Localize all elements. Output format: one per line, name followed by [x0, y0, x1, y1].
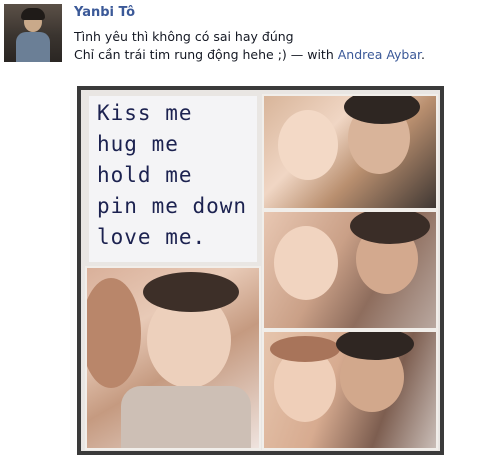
hair-shape [143, 272, 239, 312]
post-message-line2-end: . [421, 47, 426, 62]
collage-photo-top-right [262, 94, 438, 210]
note-line: Kiss me [97, 101, 193, 125]
note-line: love me. [97, 225, 207, 249]
face-shape [274, 226, 338, 300]
author-avatar[interactable] [4, 4, 62, 62]
avatar-hair-shape [21, 8, 45, 20]
photo-collage-frame: Kiss me hug me hold me pin me down love … [81, 90, 440, 451]
hair-shape [344, 96, 420, 124]
avatar-body-shape [16, 32, 50, 62]
face-shape [278, 110, 338, 180]
hair-shape [87, 278, 141, 388]
handwritten-note-panel: Kiss me hug me hold me pin me down love … [89, 96, 257, 262]
hair-shape [336, 332, 414, 360]
shirt-shape [121, 386, 251, 448]
collage-photo-bottom-right [262, 330, 438, 450]
post-message-line1: Tình yêu thì không có sai hay đúng [74, 29, 294, 44]
collage-photo-middle-right [262, 210, 438, 330]
hair-shape [270, 336, 340, 362]
post-message: Tình yêu thì không có sai hay đúng Chỉ c… [74, 28, 425, 64]
collage-photo-bottom-left [85, 266, 261, 450]
tagged-user-link[interactable]: Andrea Aybar [338, 47, 421, 62]
feed-post: Yanbi Tô Tình yêu thì không có sai hay đ… [0, 0, 502, 463]
note-line: pin me down [97, 194, 248, 218]
author-name-link[interactable]: Yanbi Tô [74, 5, 135, 20]
hair-shape [350, 212, 430, 244]
post-photo[interactable]: Kiss me hug me hold me pin me down love … [77, 86, 444, 455]
note-line: hold me [97, 163, 193, 187]
post-message-line2: Chỉ cần trái tim rung động hehe ;) — wit… [74, 46, 425, 64]
post-message-line2-text: Chỉ cần trái tim rung động hehe ;) — wit… [74, 47, 338, 62]
note-line: hug me [97, 132, 179, 156]
